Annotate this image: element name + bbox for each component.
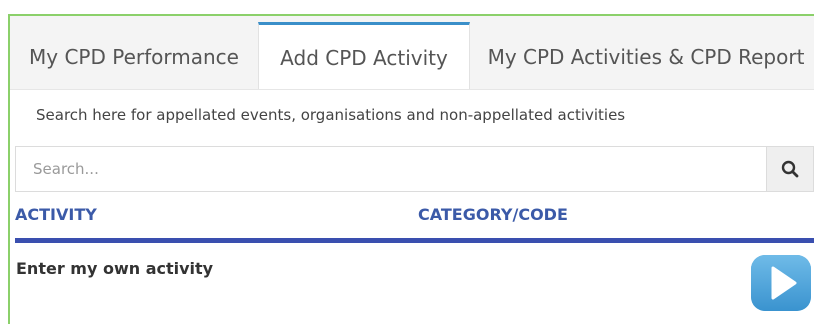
tab-label: Add CPD Activity (280, 45, 448, 70)
play-icon (751, 255, 811, 311)
column-header-activity: ACTIVITY (15, 205, 97, 224)
table-header-rule (15, 238, 814, 243)
tab-bar-divider (10, 89, 814, 90)
search-box (15, 146, 814, 192)
tab-my-cpd-activities-report[interactable]: My CPD Activities & CPD Report (478, 24, 814, 90)
enter-own-activity-button[interactable] (751, 255, 811, 311)
search-icon (781, 160, 799, 178)
enter-own-activity-link[interactable]: Enter my own activity (16, 259, 213, 278)
tab-label: My CPD Activities & CPD Report (487, 45, 805, 69)
search-hint: Search here for appellated events, organ… (36, 106, 626, 124)
search-button[interactable] (766, 147, 813, 191)
column-header-category-code: CATEGORY/CODE (418, 205, 568, 224)
search-input[interactable] (16, 147, 766, 191)
tab-label: My CPD Performance (29, 45, 239, 69)
tab-my-cpd-performance[interactable]: My CPD Performance (10, 24, 258, 90)
tab-add-cpd-activity[interactable]: Add CPD Activity (258, 22, 470, 90)
